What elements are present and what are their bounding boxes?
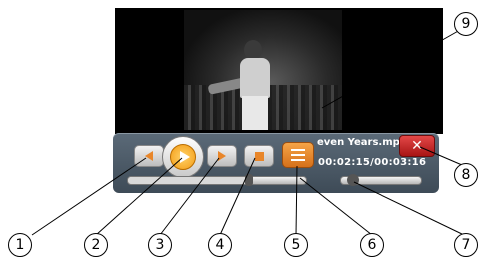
callout-9: 9 xyxy=(454,12,478,36)
callout-6: 6 xyxy=(360,233,384,257)
callout-5: 5 xyxy=(284,233,308,257)
callout-3: 3 xyxy=(148,233,172,257)
callout-1: 1 xyxy=(8,233,32,257)
callout-4: 4 xyxy=(208,233,232,257)
leader-lines xyxy=(31,29,465,236)
callout-8: 8 xyxy=(454,163,478,187)
callout-2: 2 xyxy=(84,233,108,257)
callout-7: 7 xyxy=(454,233,478,257)
